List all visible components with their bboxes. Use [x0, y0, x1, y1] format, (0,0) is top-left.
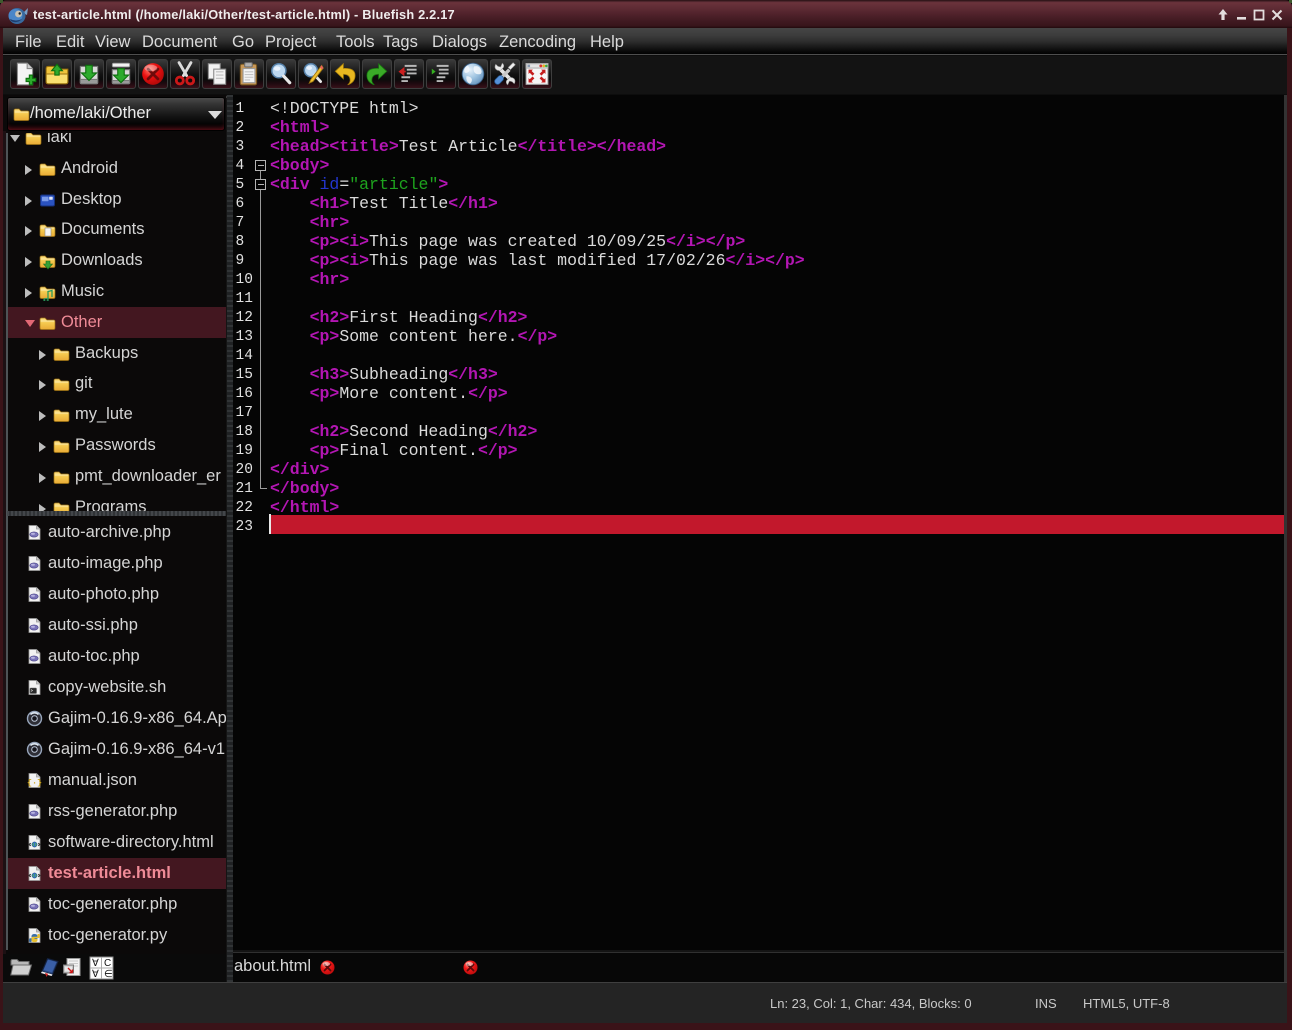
svg-text:{·}: {·} — [27, 778, 42, 788]
svg-text:C: C — [104, 958, 111, 969]
svg-text:∀: ∀ — [92, 969, 99, 980]
svg-text:∈: ∈ — [104, 969, 113, 980]
svg-text:∀: ∀ — [92, 958, 99, 969]
